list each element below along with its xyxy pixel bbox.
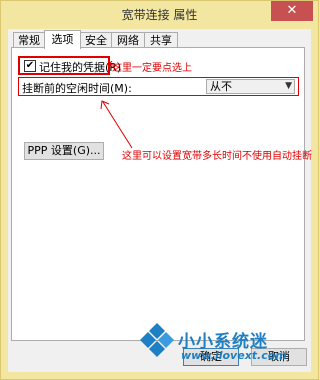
tab-options[interactable]: 选项 <box>44 30 81 49</box>
tab-security[interactable]: 安全 <box>80 32 112 48</box>
idle-time-select[interactable]: 从不 ▼ <box>206 79 295 94</box>
idle-annotation: 这里可以设置宽带多长时间不使用自动挂断 <box>122 151 312 162</box>
dropdown-chevron-icon: ▼ <box>285 81 292 91</box>
checkbox-annotation: 这里一定要点选上 <box>112 63 192 74</box>
idle-time-value: 从不 <box>210 80 232 93</box>
close-button[interactable]: ✕ <box>271 1 313 21</box>
properties-dialog: 宽带连接 属性 ✕ 常规 选项 安全 网络 共享 ✔ 记住我的凭据(R) 这里一… <box>0 0 319 380</box>
checkbox-annotation-arrow <box>108 60 118 68</box>
tab-sharing[interactable]: 共享 <box>144 32 178 48</box>
remember-credentials-checkbox[interactable]: ✔ <box>24 60 36 72</box>
idle-time-label: 挂断前的空闲时间(M): <box>22 82 132 95</box>
watermark-logo-icon <box>140 323 174 357</box>
title-bar[interactable]: 宽带连接 属性 ✕ <box>1 1 318 25</box>
tab-network[interactable]: 网络 <box>111 32 145 48</box>
tab-general[interactable]: 常规 <box>13 32 45 48</box>
watermark-url: www.ilovext.com <box>181 349 287 362</box>
options-panel: ✔ 记住我的凭据(R) 这里一定要点选上 挂断前的空闲时间(M): 从不 ▼ 这… <box>11 47 312 341</box>
ppp-settings-button[interactable]: PPP 设置(G)... <box>24 142 104 160</box>
